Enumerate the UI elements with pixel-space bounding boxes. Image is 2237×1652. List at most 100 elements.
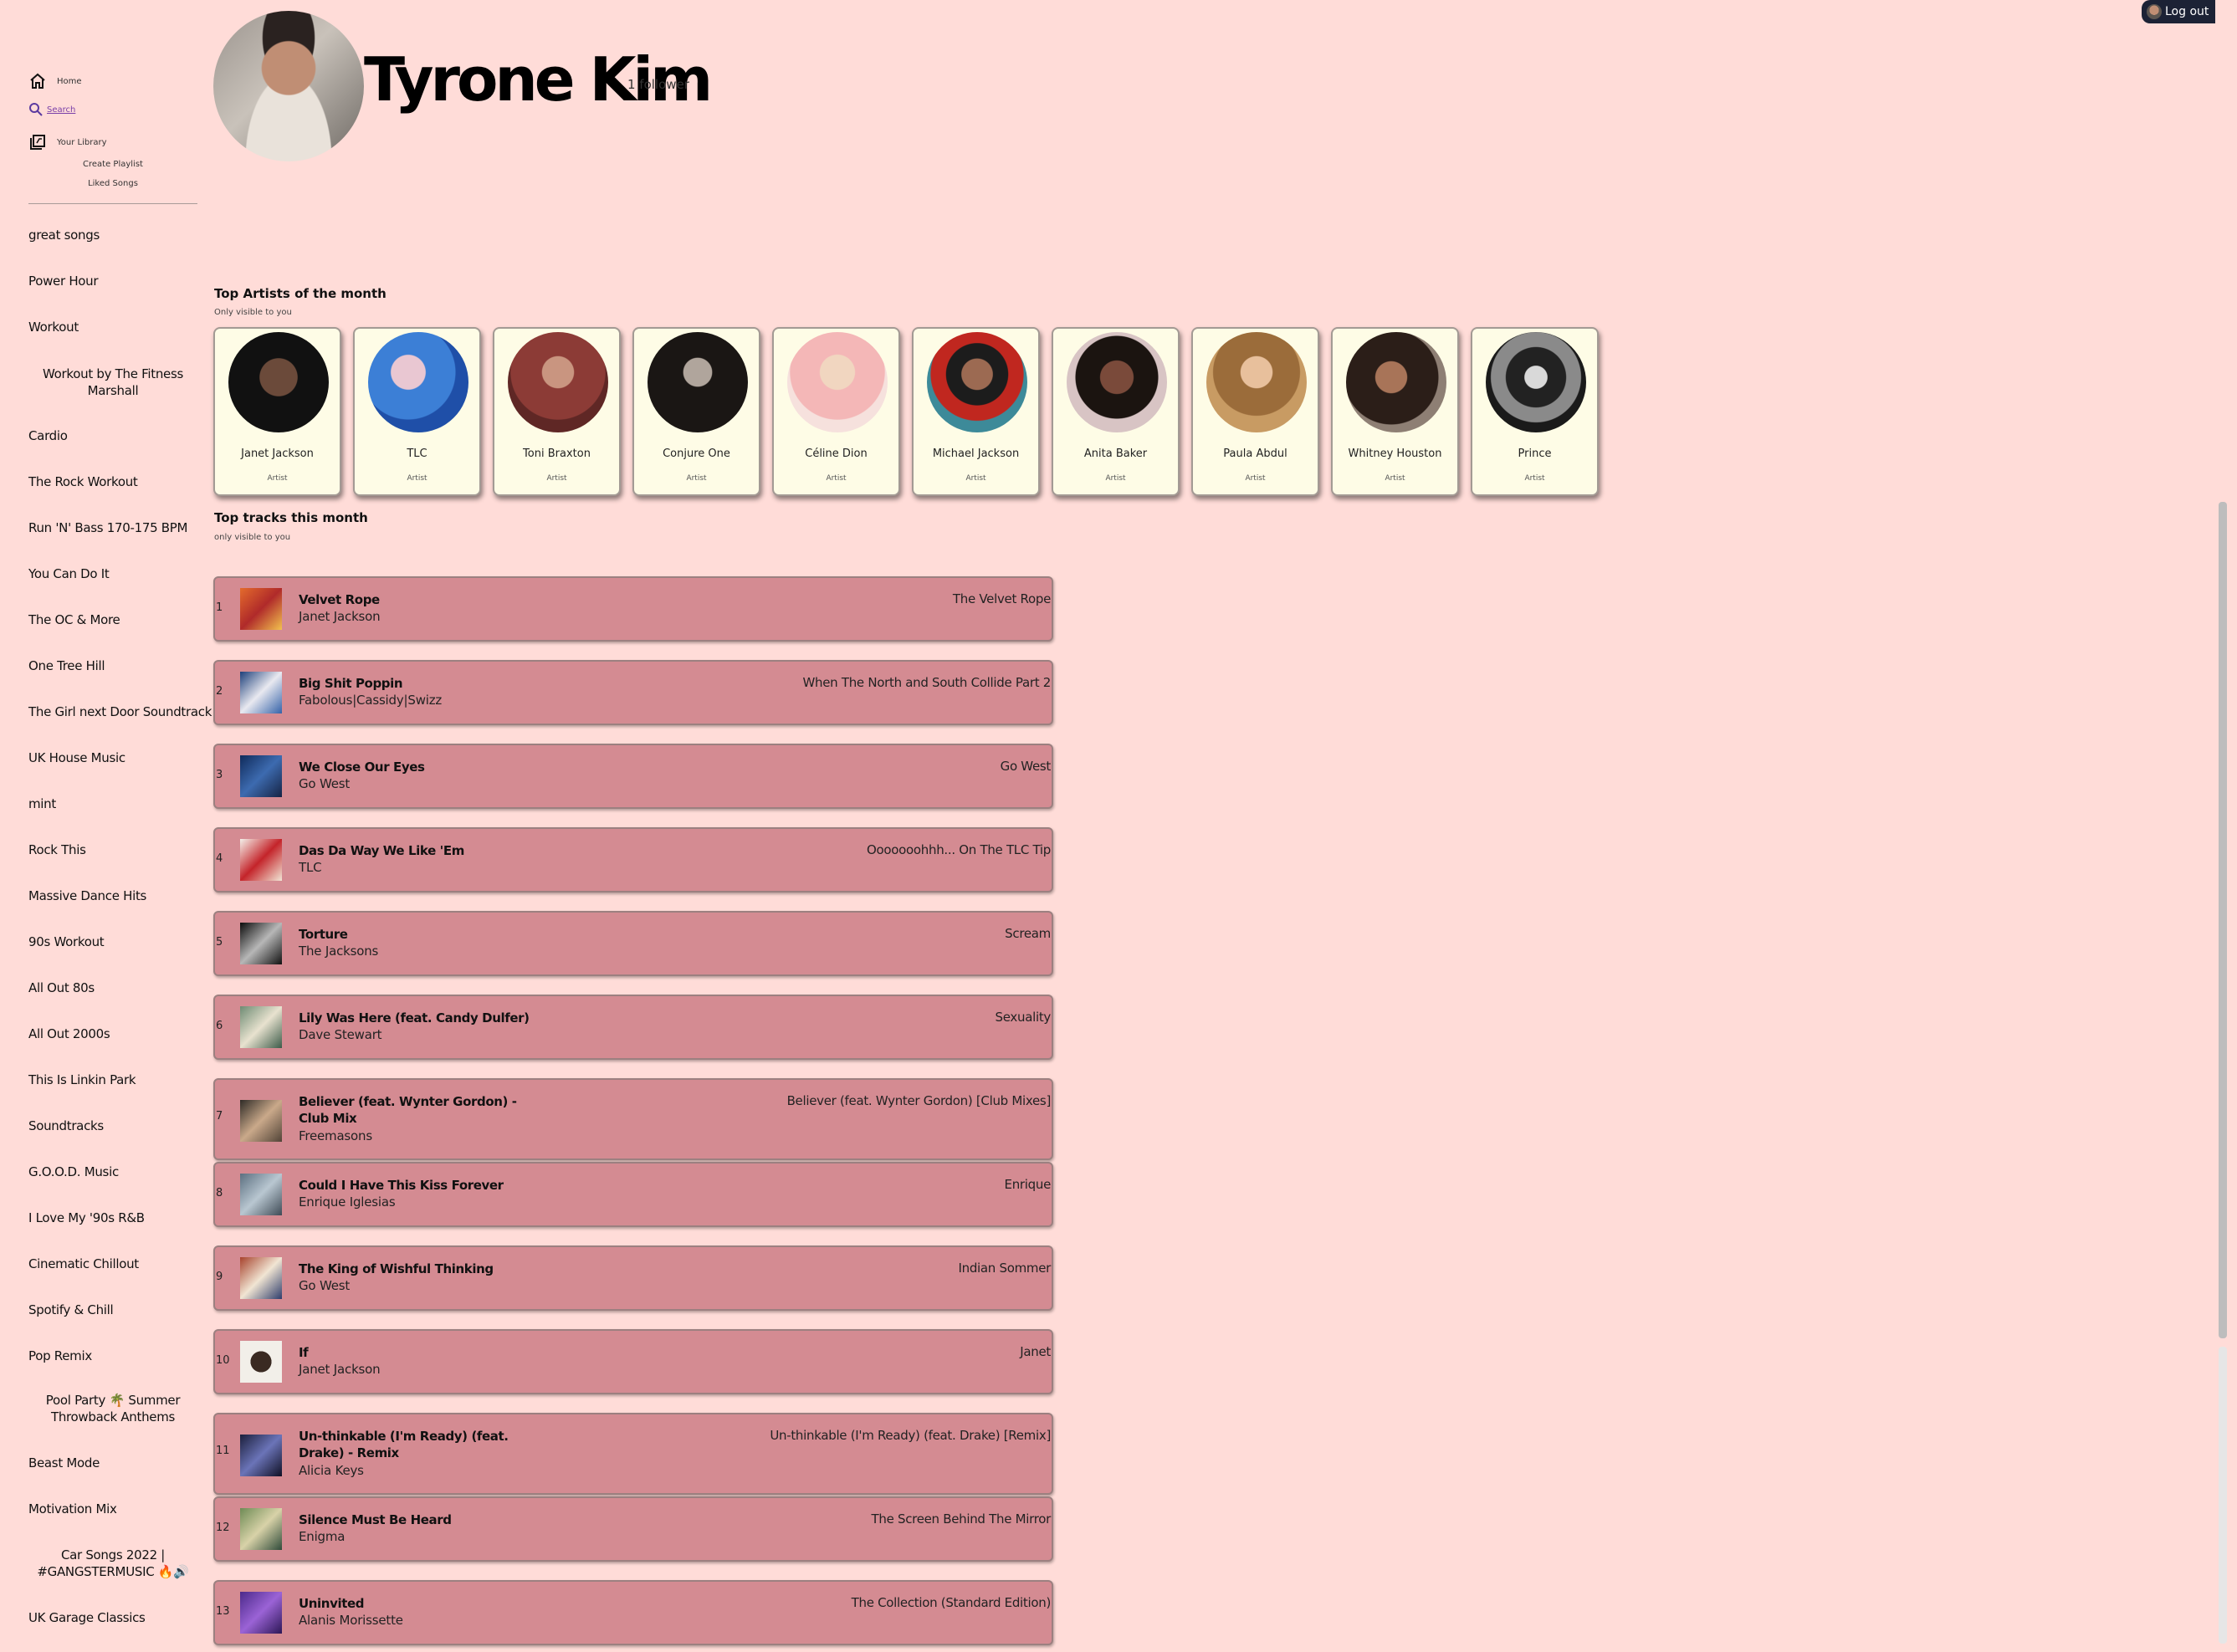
track-artist[interactable]: Dave Stewart — [299, 1027, 382, 1042]
artist-type: Artist — [686, 474, 707, 483]
track-row[interactable]: 4 Das Da Way We Like 'Em TLC Ooooooohhh.… — [213, 827, 1053, 892]
track-title: Un-thinkable (I'm Ready) (feat. Drake) -… — [299, 1429, 509, 1460]
track-album[interactable]: Go West — [1001, 759, 1052, 774]
track-album[interactable]: Un-thinkable (I'm Ready) (feat. Drake) [… — [770, 1428, 1051, 1443]
playlist-item[interactable]: Cardio — [28, 427, 196, 444]
track-artist[interactable]: Go West — [299, 1278, 350, 1293]
playlist-item[interactable]: One Tree Hill — [28, 657, 196, 674]
artist-card[interactable]: Conjure One Artist — [632, 327, 760, 496]
track-row[interactable]: 13 Uninvited Alanis Morissette The Colle… — [213, 1580, 1053, 1645]
nav-library[interactable]: Your Library — [28, 133, 107, 151]
playlist-item[interactable]: Soundtracks — [28, 1118, 196, 1134]
playlist-item[interactable]: mint — [28, 795, 196, 812]
artist-card[interactable]: Prince Artist — [1471, 327, 1599, 496]
playlist-item[interactable]: UK House Music — [28, 749, 196, 766]
logout-button[interactable]: Log out — [2142, 0, 2225, 23]
playlist-item[interactable]: Car Songs 2022 | #GANGSTERMUSIC 🔥🔊 — [28, 1547, 197, 1580]
artist-card[interactable]: Whitney Houston Artist — [1331, 327, 1459, 496]
track-number: 11 — [216, 1445, 230, 1457]
playlist-item[interactable]: Pool Party 🌴 Summer Throwback Anthems — [28, 1392, 197, 1425]
artist-name: Céline Dion — [805, 448, 868, 460]
track-album[interactable]: The Collection (Standard Edition) — [852, 1595, 1052, 1610]
artist-type: Artist — [407, 474, 427, 483]
nav-home[interactable]: Home — [28, 72, 82, 90]
track-artist[interactable]: Janet Jackson — [299, 609, 381, 624]
artist-card[interactable]: Michael Jackson Artist — [912, 327, 1040, 496]
track-row[interactable]: 2 Big Shit Poppin Fabolous|Cassidy|Swizz… — [213, 660, 1053, 725]
track-album[interactable]: Janet — [1020, 1344, 1051, 1359]
track-artist[interactable]: Freemasons — [299, 1128, 372, 1143]
playlist-item[interactable]: I Love My '90s R&B — [28, 1210, 196, 1226]
playlist-item[interactable]: UK Garage Classics — [28, 1609, 196, 1626]
playlist-item[interactable]: Beast Mode — [28, 1455, 196, 1471]
playlist-item[interactable]: Motivation Mix — [28, 1501, 196, 1517]
track-album[interactable]: The Screen Behind The Mirror — [872, 1511, 1052, 1527]
track-row[interactable]: 9 The King of Wishful Thinking Go West I… — [213, 1245, 1053, 1311]
track-row[interactable]: 7 Believer (feat. Wynter Gordon) - Club … — [213, 1078, 1053, 1160]
artist-type: Artist — [1245, 474, 1266, 483]
playlist-item[interactable]: All Out 2000s — [28, 1025, 196, 1042]
track-artist[interactable]: Alanis Morissette — [299, 1613, 403, 1628]
playlist-item[interactable]: Rock This — [28, 841, 196, 858]
track-row[interactable]: 5 Torture The Jacksons Scream — [213, 911, 1053, 976]
track-row[interactable]: 3 We Close Our Eyes Go West Go West — [213, 744, 1053, 809]
playlist-item[interactable]: Run 'N' Bass 170-175 BPM — [28, 519, 196, 536]
artist-name: Whitney Houston — [1348, 448, 1442, 460]
track-artist[interactable]: Enigma — [299, 1529, 345, 1544]
nav-search-label[interactable]: Search — [47, 105, 75, 115]
playlist-item[interactable]: Workout by The Fitness Marshall — [28, 366, 197, 399]
playlist-item[interactable]: The Girl next Door Soundtrack — [28, 703, 212, 720]
track-row[interactable]: 8 Could I Have This Kiss Forever Enrique… — [213, 1162, 1053, 1227]
track-row[interactable]: 11 Un-thinkable (I'm Ready) (feat. Drake… — [213, 1413, 1053, 1495]
track-artist[interactable]: Enrique Iglesias — [299, 1194, 396, 1210]
playlist-item[interactable]: Spotify & Chill — [28, 1302, 196, 1318]
track-artist[interactable]: Janet Jackson — [299, 1362, 381, 1377]
liked-songs-link[interactable]: Liked Songs — [0, 179, 226, 188]
playlist-item[interactable]: Workout — [28, 319, 196, 335]
artist-card[interactable]: Paula Abdul Artist — [1191, 327, 1319, 496]
scrollbar-thumb[interactable] — [2219, 502, 2227, 1338]
playlist-item[interactable]: You Can Do It — [28, 565, 196, 582]
track-album[interactable]: Sexuality — [996, 1010, 1052, 1025]
nav-search[interactable]: Search — [28, 100, 75, 119]
artist-card[interactable]: Anita Baker Artist — [1052, 327, 1180, 496]
track-artist[interactable]: The Jacksons — [299, 944, 378, 959]
track-row[interactable]: 1 Velvet Rope Janet Jackson The Velvet R… — [213, 576, 1053, 642]
artist-card[interactable]: TLC Artist — [353, 327, 481, 496]
follower-count[interactable]: 1 follower — [627, 77, 689, 92]
playlist-item[interactable]: 90s Workout — [28, 933, 196, 950]
playlist-item[interactable]: great songs — [28, 227, 196, 243]
artist-card[interactable]: Céline Dion Artist — [772, 327, 900, 496]
nav-library-label: Your Library — [57, 137, 107, 147]
track-album[interactable]: When The North and South Collide Part 2 — [803, 675, 1052, 690]
track-album[interactable]: Indian Sommer — [958, 1261, 1051, 1276]
track-row[interactable]: 12 Silence Must Be Heard Enigma The Scre… — [213, 1496, 1053, 1562]
playlist-item[interactable]: Cinematic Chillout — [28, 1256, 196, 1272]
track-artist[interactable]: TLC — [299, 860, 322, 875]
track-album[interactable]: The Velvet Rope — [953, 591, 1051, 606]
track-artist[interactable]: Go West — [299, 776, 350, 791]
artist-name: Michael Jackson — [932, 448, 1020, 460]
artist-card[interactable]: Janet Jackson Artist — [213, 327, 341, 496]
playlist-item[interactable]: This Is Linkin Park — [28, 1071, 196, 1088]
track-title: Big Shit Poppin — [299, 676, 403, 691]
playlist-item[interactable]: All Out 80s — [28, 979, 196, 996]
playlist-item[interactable]: Power Hour — [28, 273, 196, 289]
top-tracks-title: Top tracks this month — [214, 510, 368, 525]
create-playlist-link[interactable]: Create Playlist — [0, 160, 226, 169]
artist-type: Artist — [1385, 474, 1405, 483]
playlist-item[interactable]: The OC & More — [28, 611, 196, 628]
track-album[interactable]: Enrique — [1005, 1177, 1052, 1192]
playlist-item[interactable]: Massive Dance Hits — [28, 887, 196, 904]
track-row[interactable]: 6 Lily Was Here (feat. Candy Dulfer) Dav… — [213, 995, 1053, 1060]
playlist-item[interactable]: Pop Remix — [28, 1348, 196, 1364]
playlist-item[interactable]: G.O.O.D. Music — [28, 1164, 196, 1180]
track-album[interactable]: Scream — [1005, 926, 1051, 941]
track-row[interactable]: 10 If Janet Jackson Janet — [213, 1329, 1053, 1394]
track-album[interactable]: Ooooooohhh... On The TLC Tip — [867, 842, 1051, 857]
artist-card[interactable]: Toni Braxton Artist — [493, 327, 621, 496]
track-artist[interactable]: Fabolous|Cassidy|Swizz — [299, 693, 442, 708]
track-artist[interactable]: Alicia Keys — [299, 1463, 364, 1478]
playlist-item[interactable]: The Rock Workout — [28, 473, 196, 490]
track-album[interactable]: Believer (feat. Wynter Gordon) [Club Mix… — [787, 1093, 1052, 1108]
